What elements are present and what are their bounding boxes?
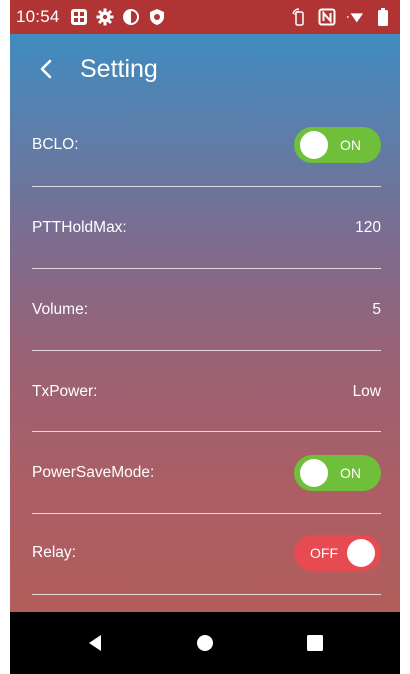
toggle-knob: [300, 131, 328, 159]
setting-row-volume[interactable]: Volume: 5: [32, 269, 381, 351]
page-title: Setting: [80, 54, 158, 83]
gear-icon: [96, 8, 114, 26]
toggle-state-text: OFF: [310, 545, 338, 561]
toggle-knob: [347, 539, 375, 567]
nfc-icon: [318, 8, 336, 26]
app-icon: [70, 8, 88, 26]
setting-label: BCLO:: [32, 136, 79, 153]
back-triangle-icon: [89, 635, 101, 651]
power-save-mode-toggle[interactable]: ON: [294, 455, 381, 491]
shield-icon: [148, 8, 166, 26]
nav-home-button[interactable]: [175, 619, 235, 667]
setting-value: 120: [355, 219, 381, 236]
setting-row-relay: Relay: OFF: [32, 512, 381, 594]
home-circle-icon: [197, 635, 213, 651]
bclo-toggle[interactable]: ON: [294, 127, 381, 163]
status-system-icons: [290, 8, 392, 26]
setting-label: PowerSaveMode:: [32, 464, 155, 481]
setting-label: Volume:: [32, 301, 89, 318]
toggle-knob: [300, 459, 328, 487]
nfc-tap-icon: [290, 8, 308, 26]
setting-row-power-save-mode: PowerSaveMode: ON: [32, 432, 381, 514]
settings-screen: Setting BCLO: ON PTTHoldMax: 120 Volume:…: [10, 34, 400, 612]
half-circle-icon: [122, 8, 140, 26]
nav-recents-button[interactable]: [285, 619, 345, 667]
status-notification-icons: [70, 8, 166, 26]
setting-label: PTTHoldMax:: [32, 219, 127, 236]
setting-row-ptt-hold-max[interactable]: PTTHoldMax: 120: [32, 187, 381, 269]
app-bar: Setting: [10, 34, 400, 104]
phone-screen: 10:54 Setting BCLO: ON PTTHoldMax: 120 V…: [10, 0, 400, 674]
status-bar: 10:54: [10, 0, 400, 34]
nav-back-button[interactable]: [65, 619, 125, 667]
navigation-bar: [10, 612, 400, 674]
setting-label: TxPower:: [32, 383, 98, 400]
setting-value: 5: [372, 301, 381, 318]
toggle-state-text: ON: [340, 465, 361, 481]
back-arrow-icon: [40, 59, 52, 79]
battery-icon: [374, 8, 392, 26]
relay-toggle[interactable]: OFF: [294, 535, 381, 571]
setting-label: Relay:: [32, 544, 76, 561]
row-divider: [32, 594, 381, 595]
setting-row-tx-power[interactable]: TxPower: Low: [32, 351, 381, 433]
back-button[interactable]: [22, 44, 72, 94]
recents-square-icon: [307, 635, 323, 651]
setting-row-bclo: BCLO: ON: [32, 104, 381, 186]
status-time: 10:54: [16, 7, 60, 26]
toggle-state-text: ON: [340, 137, 361, 153]
setting-value: Low: [352, 383, 381, 400]
wifi-icon: [346, 8, 364, 26]
